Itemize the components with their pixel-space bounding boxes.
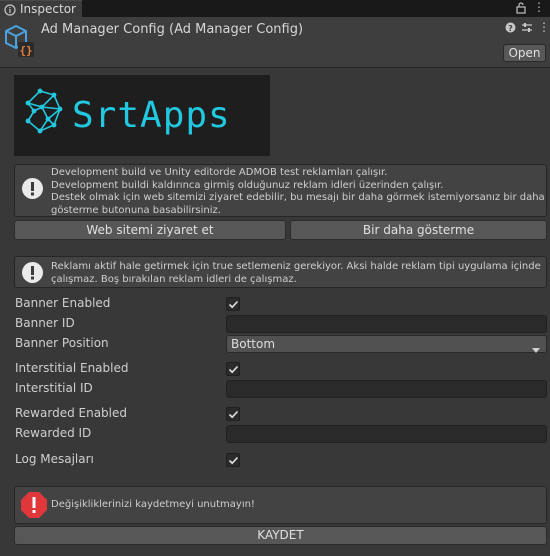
info-icon [21,261,44,287]
inspector-header: {} Ad Manager Config (Ad Manager Config)… [0,17,550,68]
open-button[interactable]: Open [503,44,546,62]
warning-text: Değişikliklerinizi kaydetmeyi unutmayın! [51,499,255,510]
info-line: çalışmaz. Boş bırakılan reklam idleri de… [51,273,297,285]
rewarded-enabled-label: Rewarded Enabled [15,406,127,420]
rewarded-id-input[interactable] [226,425,547,443]
checkmark-icon [228,300,239,309]
tab-bar: Inspector ⋮ [0,0,550,17]
inspector-title: Ad Manager Config (Ad Manager Config) [41,22,304,37]
help-icon[interactable]: ? [505,22,516,36]
banner-position-label: Banner Position [15,336,109,350]
rewarded-enabled-checkbox[interactable] [226,407,240,421]
svg-text:{}: {} [19,44,32,57]
error-icon [20,491,48,522]
interstitial-id-input[interactable] [226,380,547,398]
rewarded-id-label: Rewarded ID [15,426,92,440]
interstitial-enabled-label: Interstitial Enabled [15,361,129,375]
info-icon [21,177,44,203]
more-options-icon[interactable]: ⋮ [533,0,545,14]
tab-inspector[interactable]: Inspector [0,0,82,17]
banner-id-input[interactable] [226,315,547,333]
checkmark-icon [228,456,239,465]
info-line: Reklamı aktif hale getirmek için true se… [51,261,541,272]
lock-icon[interactable] [516,2,526,17]
dont-show-again-button[interactable]: Bir daha gösterme [290,220,547,240]
warning-box-save: Değişikliklerinizi kaydetmeyi unutmayın! [14,486,547,524]
tab-label: Inspector [20,2,76,16]
svg-text:?: ? [508,24,513,33]
banner-position-dropdown[interactable]: Bottom [226,335,547,353]
context-menu-icon[interactable]: ⋮ [538,21,550,36]
interstitial-id-label: Interstitial ID [15,381,93,395]
info-box-test-ads: Development build ve Unity editorde ADMO… [14,164,547,217]
info-box-enable-ads: Reklamı aktif hale getirmek için true se… [14,256,547,288]
log-messages-checkbox[interactable] [226,453,240,467]
save-button[interactable]: KAYDET [14,526,547,545]
logo-text: SrtApps [72,95,231,136]
banner-enabled-checkbox[interactable] [226,297,240,311]
scriptable-object-icon: {} [4,24,36,61]
chevron-down-icon [532,342,540,356]
checkmark-icon [228,410,239,419]
info-line: Development build ve Unity editorde ADMO… [51,167,388,178]
banner-id-label: Banner ID [15,316,75,330]
info-line: Development buildi kaldırınca girmiş old… [51,179,444,191]
interstitial-enabled-checkbox[interactable] [226,362,240,376]
srtapps-logo: SrtApps [14,75,270,156]
banner-enabled-label: Banner Enabled [15,296,111,310]
dropdown-value: Bottom [231,337,276,351]
info-line: gösterme butonuna basabilirsiniz. [51,204,221,216]
log-messages-label: Log Mesajları [15,452,94,466]
visit-website-button[interactable]: Web sitemi ziyaret et [14,220,286,240]
preset-settings-icon[interactable] [521,22,533,36]
checkmark-icon [228,365,239,374]
info-line: Destek olmak için web sitemizi ziyaret e… [51,192,545,203]
